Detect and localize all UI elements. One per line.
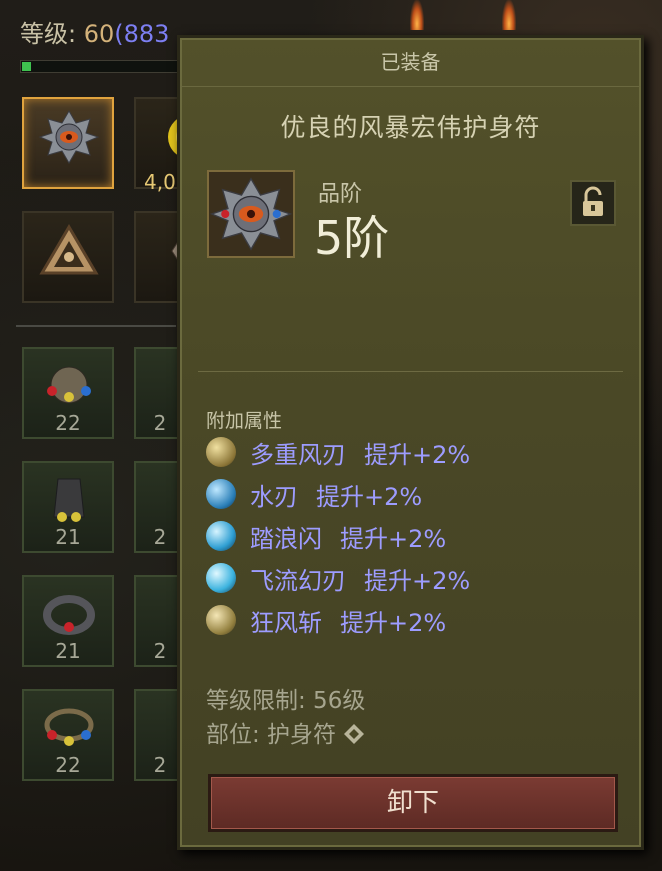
wind-orb-icon — [206, 605, 236, 635]
level-label: 等级: — [20, 20, 77, 48]
gem-ring-icon — [44, 708, 94, 746]
ring-icon — [43, 595, 95, 635]
affix-skill: 多重风刃 — [250, 440, 346, 469]
unlock-icon — [583, 186, 603, 216]
item-name: 优良的风暴宏伟护身符 — [280, 113, 541, 142]
affix-bonus: 提升+2% — [340, 608, 447, 637]
gem-amulet-icon — [47, 366, 91, 404]
affix-row: 飞流幻刃 提升+2% — [206, 560, 470, 596]
paragon-points: (883 — [114, 20, 170, 48]
affix-bonus: 提升+2% — [364, 566, 471, 595]
affix-bonus: 提升+2% — [316, 482, 423, 511]
affix-row: 多重风刃 提升+2% — [206, 434, 470, 470]
lock-button[interactable] — [570, 180, 616, 226]
xp-bar-fill — [22, 62, 32, 71]
amulet-slot[interactable] — [22, 97, 114, 189]
level-display: 等级: 60(883 — [20, 14, 169, 49]
affix-bonus: 提升+2% — [364, 440, 471, 469]
amulet-icon — [209, 177, 293, 251]
affix-row: 踏浪闪 提升+2% — [206, 518, 446, 554]
amulet-slot-icon — [344, 724, 365, 744]
affix-row: 狂风斩 提升+2% — [206, 602, 446, 638]
item-portrait — [207, 170, 295, 258]
level-requirement: 等级限制: 56级 — [206, 688, 366, 714]
affix-skill: 踏浪闪 — [250, 524, 322, 553]
wave-orb-icon — [206, 521, 236, 551]
xp-bar — [20, 60, 182, 73]
item-tooltip: 已装备 优良的风暴宏伟护身符 品阶 5阶 附加属性 多重风刃 提升+2% 水刃 … — [177, 35, 644, 850]
slot-type: 部位: 护身符 — [206, 722, 337, 748]
tier-value: 5阶 — [314, 211, 390, 265]
section-divider — [198, 371, 623, 372]
slot-type-row: 部位: 护身符 — [206, 715, 365, 749]
flow-orb-icon — [206, 563, 236, 593]
water-orb-icon — [206, 479, 236, 509]
torch-flame-left — [410, 0, 424, 30]
affix-row: 水刃 提升+2% — [206, 476, 422, 512]
affix-skill: 水刃 — [250, 482, 298, 511]
rune-slot[interactable] — [22, 211, 114, 303]
affix-skill: 飞流幻刃 — [250, 566, 346, 595]
affix-section-title: 附加属性 — [206, 410, 283, 432]
gold-count: 4,0 — [144, 170, 176, 194]
level-value: 60 — [83, 20, 115, 48]
bracer-icon — [53, 478, 85, 522]
affix-bonus: 提升+2% — [340, 524, 447, 553]
unequip-button[interactable]: 卸下 — [208, 774, 618, 832]
amulet-icon — [38, 110, 100, 164]
rune-icon — [39, 224, 99, 275]
equipped-header: 已装备 — [180, 38, 641, 87]
torch-flame-right — [502, 0, 516, 30]
gold-orb-icon — [206, 437, 236, 467]
inventory-divider — [16, 325, 176, 327]
affix-skill: 狂风斩 — [250, 608, 322, 637]
